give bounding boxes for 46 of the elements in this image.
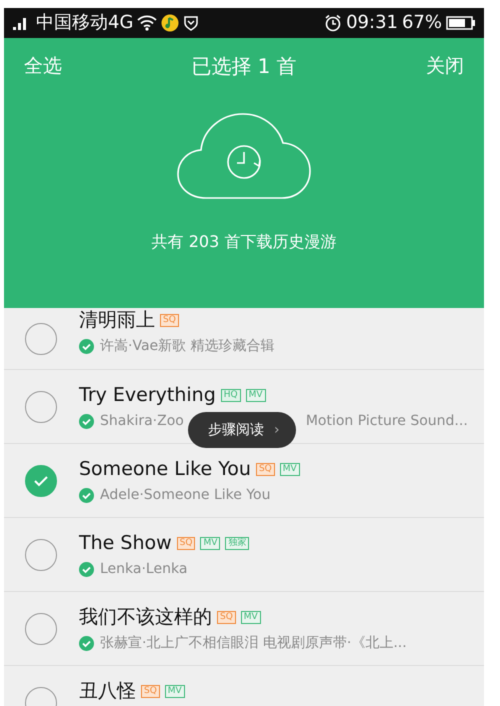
mv-tag: MV <box>246 388 266 402</box>
mv-tag: MV <box>240 610 261 624</box>
checked-circle[interactable] <box>25 464 57 496</box>
song-title: Try Everything <box>79 384 216 406</box>
song-subtitle: 许嵩·Vae新歌 精选珍藏合辑 <box>100 337 275 355</box>
sq-tag: SQ <box>256 462 275 476</box>
selection-title: 已选择 1 首 <box>191 54 297 78</box>
sq-tag: SQ <box>160 314 179 326</box>
downloaded-check-icon <box>79 338 94 354</box>
carrier-label: 中国移动4G <box>36 14 134 32</box>
battery-percent: 67% <box>402 14 442 32</box>
select-circle[interactable] <box>25 390 57 422</box>
downloaded-check-icon <box>79 636 94 650</box>
app-icon <box>161 14 180 32</box>
sq-tag: SQ <box>217 610 236 624</box>
sq-tag: SQ <box>141 684 160 698</box>
song-subtitle: Lenka·Lenka <box>100 561 188 577</box>
mv-tag: MV <box>200 536 220 550</box>
song-subtitle: Adele·Someone Like You <box>100 487 270 503</box>
song-subtitle: 张赫宣·北上广不相信眼泪 电视剧原声带·《北上... <box>100 634 407 652</box>
downloaded-check-icon <box>79 414 94 428</box>
song-title: 清明雨上 <box>79 308 155 333</box>
sq-tag: SQ <box>176 536 196 550</box>
song-row[interactable]: 清明雨上 SQ 许嵩·Vae新歌 精选珍藏合辑 <box>4 308 484 370</box>
alarm-icon <box>324 14 342 32</box>
exclusive-tag: 独家 <box>225 536 250 550</box>
cloud-history-icon <box>176 112 312 200</box>
song-title: Someone Like You <box>79 458 251 480</box>
downloaded-check-icon <box>79 562 94 576</box>
select-circle[interactable] <box>25 322 57 354</box>
shield-icon <box>183 15 200 31</box>
song-subtitle: Shakira·Zoo <box>100 413 184 429</box>
song-title: 我们不该这样的 <box>79 605 212 630</box>
mv-tag: MV <box>280 462 300 476</box>
select-circle[interactable] <box>25 612 57 644</box>
downloaded-check-icon <box>79 488 94 502</box>
wifi-icon <box>137 15 158 31</box>
step-reading-toast[interactable]: 步骤阅读 › <box>188 412 296 448</box>
song-title: The Show <box>79 532 172 554</box>
mv-tag: MV <box>164 684 185 698</box>
clock-time: 09:31 <box>346 14 398 32</box>
select-circle[interactable] <box>25 538 57 570</box>
battery-icon <box>446 16 476 30</box>
hq-tag: HQ <box>220 388 241 402</box>
song-subtitle: Motion Picture Sound... <box>306 413 468 429</box>
song-title: 丑八怪 <box>79 679 136 704</box>
